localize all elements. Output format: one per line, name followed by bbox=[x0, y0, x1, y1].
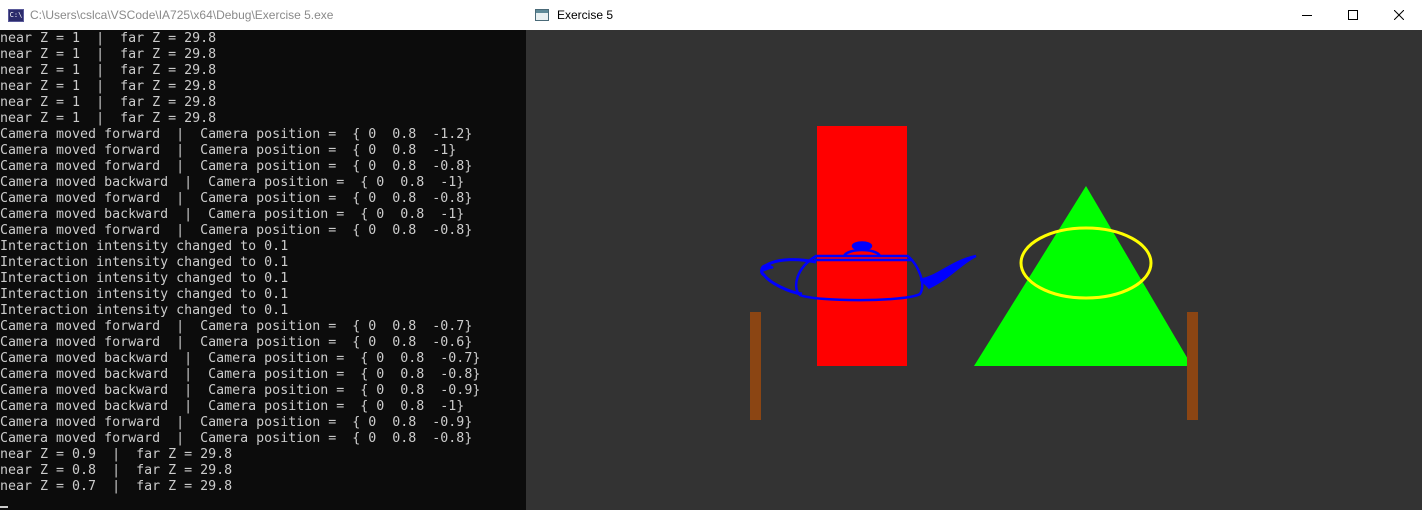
window-app-icon bbox=[535, 9, 549, 21]
console-line: near Z = 1 | far Z = 29.8 bbox=[0, 95, 217, 110]
console-line: Camera moved forward | Camera position =… bbox=[0, 415, 473, 430]
console-line: near Z = 1 | far Z = 29.8 bbox=[0, 47, 217, 62]
close-button[interactable] bbox=[1376, 0, 1422, 30]
console-line: Camera moved forward | Camera position =… bbox=[0, 191, 473, 206]
window-controls bbox=[1284, 0, 1422, 30]
console-line: Interaction intensity changed to 0.1 bbox=[0, 287, 289, 302]
left-brown-post bbox=[750, 312, 761, 420]
console-line: Camera moved forward | Camera position =… bbox=[0, 223, 473, 238]
console-line: Camera moved forward | Camera position =… bbox=[0, 143, 457, 158]
console-line: Camera moved forward | Camera position =… bbox=[0, 335, 473, 350]
console-line: near Z = 1 | far Z = 29.8 bbox=[0, 63, 217, 78]
console-line: Camera moved forward | Camera position =… bbox=[0, 319, 473, 334]
console-line: Camera moved backward | Camera position … bbox=[0, 399, 465, 414]
console-line: near Z = 1 | far Z = 29.8 bbox=[0, 79, 217, 94]
console-line: near Z = 0.7 | far Z = 29.8 bbox=[0, 479, 233, 494]
console-window-title: C:\Users\cslca\VSCode\IA725\x64\Debug\Ex… bbox=[30, 8, 334, 22]
console-line: Camera moved backward | Camera position … bbox=[0, 207, 465, 222]
console-line: near Z = 1 | far Z = 29.8 bbox=[0, 31, 217, 46]
console-app-icon: C:\ bbox=[8, 8, 24, 22]
console-line: Camera moved backward | Camera position … bbox=[0, 351, 481, 366]
console-line: Camera moved forward | Camera position =… bbox=[0, 127, 473, 142]
close-icon bbox=[1394, 10, 1404, 20]
console-line: Interaction intensity changed to 0.1 bbox=[0, 255, 289, 270]
exercise-titlebar[interactable]: Exercise 5 bbox=[526, 0, 1422, 30]
desktop: C:\ C:\Users\cslca\VSCode\IA725\x64\Debu… bbox=[0, 0, 1422, 510]
scene-background bbox=[526, 30, 1422, 510]
console-line: Camera moved backward | Camera position … bbox=[0, 383, 481, 398]
right-brown-post bbox=[1187, 312, 1198, 420]
minimize-button[interactable] bbox=[1284, 0, 1330, 30]
text-cursor bbox=[0, 506, 8, 508]
console-output[interactable]: near Z = 1 | far Z = 29.8 near Z = 1 | fa… bbox=[0, 31, 526, 510]
console-line: near Z = 0.9 | far Z = 29.8 bbox=[0, 447, 233, 462]
console-line: Interaction intensity changed to 0.1 bbox=[0, 271, 289, 286]
console-window[interactable]: C:\ C:\Users\cslca\VSCode\IA725\x64\Debu… bbox=[0, 0, 526, 510]
console-line: Interaction intensity changed to 0.1 bbox=[0, 303, 289, 318]
console-line: Interaction intensity changed to 0.1 bbox=[0, 239, 289, 254]
opengl-canvas[interactable] bbox=[526, 30, 1422, 510]
console-line: near Z = 0.8 | far Z = 29.8 bbox=[0, 463, 233, 478]
maximize-button[interactable] bbox=[1330, 0, 1376, 30]
console-line: Camera moved backward | Camera position … bbox=[0, 175, 465, 190]
exercise-window[interactable]: Exercise 5 bbox=[526, 0, 1422, 510]
minimize-icon bbox=[1302, 15, 1312, 16]
console-line: Camera moved backward | Camera position … bbox=[0, 367, 481, 382]
console-line: Camera moved forward | Camera position =… bbox=[0, 159, 473, 174]
console-line: Camera moved forward | Camera position =… bbox=[0, 431, 473, 446]
console-line: near Z = 1 | far Z = 29.8 bbox=[0, 111, 217, 126]
exercise-window-title: Exercise 5 bbox=[557, 8, 614, 22]
console-titlebar[interactable]: C:\ C:\Users\cslca\VSCode\IA725\x64\Debu… bbox=[0, 0, 526, 30]
maximize-icon bbox=[1348, 10, 1358, 20]
